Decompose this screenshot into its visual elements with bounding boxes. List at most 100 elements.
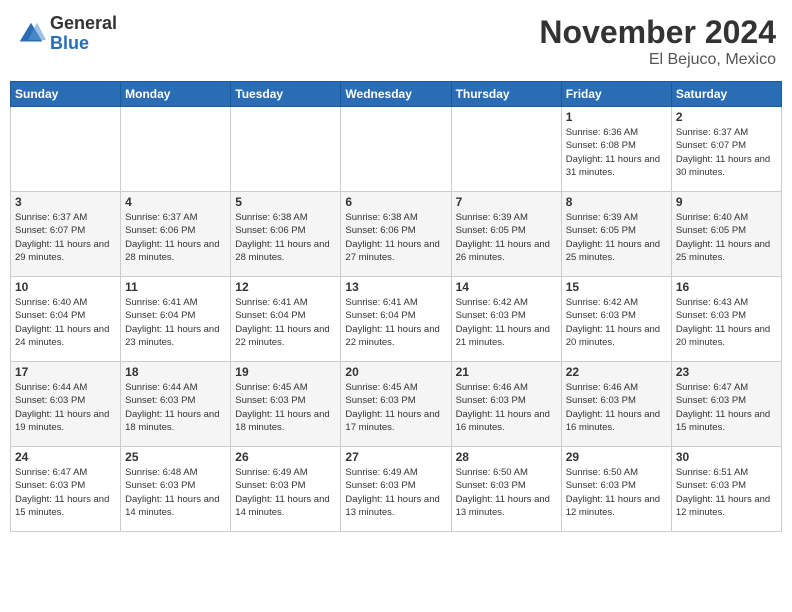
day-number: 16 [676, 280, 777, 294]
logo-text: General Blue [50, 14, 117, 54]
calendar-week-row: 1 Sunrise: 6:36 AM Sunset: 6:08 PM Daylig… [11, 107, 782, 192]
day-number: 9 [676, 195, 777, 209]
calendar-cell [451, 107, 561, 192]
day-number: 2 [676, 110, 777, 124]
calendar-cell: 12 Sunrise: 6:41 AM Sunset: 6:04 PM Dayli… [231, 277, 341, 362]
calendar-cell: 11Sunrise: 6:41 AM Sunset: 6:04 PM Dayli… [121, 277, 231, 362]
day-number: 6 [345, 195, 446, 209]
month-title: November 2024 [539, 14, 776, 51]
day-info: Sunrise: 6:40 AM Sunset: 6:04 PM Dayligh… [15, 296, 116, 349]
day-info: Sunrise: 6:45 AM Sunset: 6:03 PM Dayligh… [345, 381, 446, 434]
logo-icon [16, 19, 46, 49]
calendar-cell: 13 Sunrise: 6:41 AM Sunset: 6:04 PM Dayli… [341, 277, 451, 362]
header-row: SundayMondayTuesdayWednesdayThursdayFrid… [11, 82, 782, 107]
calendar-cell: 10 Sunrise: 6:40 AM Sunset: 6:04 PM Dayli… [11, 277, 121, 362]
day-number: 26 [235, 450, 336, 464]
calendar-cell [11, 107, 121, 192]
logo-general: General [50, 14, 117, 34]
calendar-cell: 21Sunrise: 6:46 AM Sunset: 6:03 PM Dayli… [451, 362, 561, 447]
day-number: 3 [15, 195, 116, 209]
location: El Bejuco, Mexico [539, 51, 776, 69]
calendar-cell [341, 107, 451, 192]
calendar-cell: 20 Sunrise: 6:45 AM Sunset: 6:03 PM Dayli… [341, 362, 451, 447]
calendar-cell: 27 Sunrise: 6:49 AM Sunset: 6:03 PM Dayli… [341, 447, 451, 532]
calendar-cell: 1 Sunrise: 6:36 AM Sunset: 6:08 PM Daylig… [561, 107, 671, 192]
day-number: 8 [566, 195, 667, 209]
day-of-week-header: Thursday [451, 82, 561, 107]
day-info: Sunrise: 6:38 AM Sunset: 6:06 PM Dayligh… [345, 211, 446, 264]
day-info: Sunrise: 6:50 AM Sunset: 6:03 PM Dayligh… [456, 466, 557, 519]
calendar-cell: 17Sunrise: 6:44 AM Sunset: 6:03 PM Dayli… [11, 362, 121, 447]
calendar-body: 1 Sunrise: 6:36 AM Sunset: 6:08 PM Daylig… [11, 107, 782, 532]
day-number: 5 [235, 195, 336, 209]
day-of-week-header: Monday [121, 82, 231, 107]
calendar-week-row: 24 Sunrise: 6:47 AM Sunset: 6:03 PM Dayli… [11, 447, 782, 532]
day-info: Sunrise: 6:36 AM Sunset: 6:08 PM Dayligh… [566, 126, 667, 179]
day-info: Sunrise: 6:49 AM Sunset: 6:03 PM Dayligh… [345, 466, 446, 519]
day-info: Sunrise: 6:50 AM Sunset: 6:03 PM Dayligh… [566, 466, 667, 519]
day-number: 13 [345, 280, 446, 294]
day-info: Sunrise: 6:41 AM Sunset: 6:04 PM Dayligh… [345, 296, 446, 349]
day-info: Sunrise: 6:42 AM Sunset: 6:03 PM Dayligh… [566, 296, 667, 349]
day-info: Sunrise: 6:39 AM Sunset: 6:05 PM Dayligh… [456, 211, 557, 264]
day-info: Sunrise: 6:41 AM Sunset: 6:04 PM Dayligh… [235, 296, 336, 349]
calendar-cell: 6 Sunrise: 6:38 AM Sunset: 6:06 PM Daylig… [341, 192, 451, 277]
day-number: 28 [456, 450, 557, 464]
day-number: 24 [15, 450, 116, 464]
logo: General Blue [16, 14, 117, 54]
calendar-cell: 7Sunrise: 6:39 AM Sunset: 6:05 PM Daylig… [451, 192, 561, 277]
day-info: Sunrise: 6:40 AM Sunset: 6:05 PM Dayligh… [676, 211, 777, 264]
day-number: 10 [15, 280, 116, 294]
day-of-week-header: Friday [561, 82, 671, 107]
calendar-cell: 23Sunrise: 6:47 AM Sunset: 6:03 PM Dayli… [671, 362, 781, 447]
calendar-cell: 19Sunrise: 6:45 AM Sunset: 6:03 PM Dayli… [231, 362, 341, 447]
calendar-cell: 3Sunrise: 6:37 AM Sunset: 6:07 PM Daylig… [11, 192, 121, 277]
calendar-table: SundayMondayTuesdayWednesdayThursdayFrid… [10, 81, 782, 532]
day-info: Sunrise: 6:43 AM Sunset: 6:03 PM Dayligh… [676, 296, 777, 349]
calendar-week-row: 17Sunrise: 6:44 AM Sunset: 6:03 PM Dayli… [11, 362, 782, 447]
calendar-cell: 16 Sunrise: 6:43 AM Sunset: 6:03 PM Dayli… [671, 277, 781, 362]
day-number: 12 [235, 280, 336, 294]
day-info: Sunrise: 6:48 AM Sunset: 6:03 PM Dayligh… [125, 466, 226, 519]
day-of-week-header: Tuesday [231, 82, 341, 107]
calendar-week-row: 10 Sunrise: 6:40 AM Sunset: 6:04 PM Dayli… [11, 277, 782, 362]
day-number: 30 [676, 450, 777, 464]
day-number: 15 [566, 280, 667, 294]
day-info: Sunrise: 6:47 AM Sunset: 6:03 PM Dayligh… [15, 466, 116, 519]
calendar-cell [231, 107, 341, 192]
day-number: 4 [125, 195, 226, 209]
calendar-cell: 22Sunrise: 6:46 AM Sunset: 6:03 PM Dayli… [561, 362, 671, 447]
calendar-cell: 26 Sunrise: 6:49 AM Sunset: 6:03 PM Dayli… [231, 447, 341, 532]
day-info: Sunrise: 6:38 AM Sunset: 6:06 PM Dayligh… [235, 211, 336, 264]
calendar-cell: 29Sunrise: 6:50 AM Sunset: 6:03 PM Dayli… [561, 447, 671, 532]
day-of-week-header: Sunday [11, 82, 121, 107]
day-info: Sunrise: 6:47 AM Sunset: 6:03 PM Dayligh… [676, 381, 777, 434]
day-info: Sunrise: 6:49 AM Sunset: 6:03 PM Dayligh… [235, 466, 336, 519]
calendar-cell: 4Sunrise: 6:37 AM Sunset: 6:06 PM Daylig… [121, 192, 231, 277]
day-number: 1 [566, 110, 667, 124]
day-info: Sunrise: 6:45 AM Sunset: 6:03 PM Dayligh… [235, 381, 336, 434]
day-of-week-header: Wednesday [341, 82, 451, 107]
day-info: Sunrise: 6:44 AM Sunset: 6:03 PM Dayligh… [125, 381, 226, 434]
day-number: 22 [566, 365, 667, 379]
day-of-week-header: Saturday [671, 82, 781, 107]
day-number: 14 [456, 280, 557, 294]
calendar-cell: 30Sunrise: 6:51 AM Sunset: 6:03 PM Dayli… [671, 447, 781, 532]
calendar-cell: 14Sunrise: 6:42 AM Sunset: 6:03 PM Dayli… [451, 277, 561, 362]
calendar-cell: 25Sunrise: 6:48 AM Sunset: 6:03 PM Dayli… [121, 447, 231, 532]
calendar-cell: 28 Sunrise: 6:50 AM Sunset: 6:03 PM Dayli… [451, 447, 561, 532]
calendar-cell: 8 Sunrise: 6:39 AM Sunset: 6:05 PM Daylig… [561, 192, 671, 277]
day-number: 27 [345, 450, 446, 464]
calendar-cell [121, 107, 231, 192]
calendar-cell: 9 Sunrise: 6:40 AM Sunset: 6:05 PM Daylig… [671, 192, 781, 277]
day-info: Sunrise: 6:41 AM Sunset: 6:04 PM Dayligh… [125, 296, 226, 349]
title-section: November 2024 El Bejuco, Mexico [539, 14, 776, 69]
day-number: 20 [345, 365, 446, 379]
day-info: Sunrise: 6:39 AM Sunset: 6:05 PM Dayligh… [566, 211, 667, 264]
calendar-week-row: 3Sunrise: 6:37 AM Sunset: 6:07 PM Daylig… [11, 192, 782, 277]
day-number: 21 [456, 365, 557, 379]
calendar-cell: 24 Sunrise: 6:47 AM Sunset: 6:03 PM Dayli… [11, 447, 121, 532]
day-number: 18 [125, 365, 226, 379]
logo-blue: Blue [50, 34, 117, 54]
calendar-cell: 18 Sunrise: 6:44 AM Sunset: 6:03 PM Dayli… [121, 362, 231, 447]
